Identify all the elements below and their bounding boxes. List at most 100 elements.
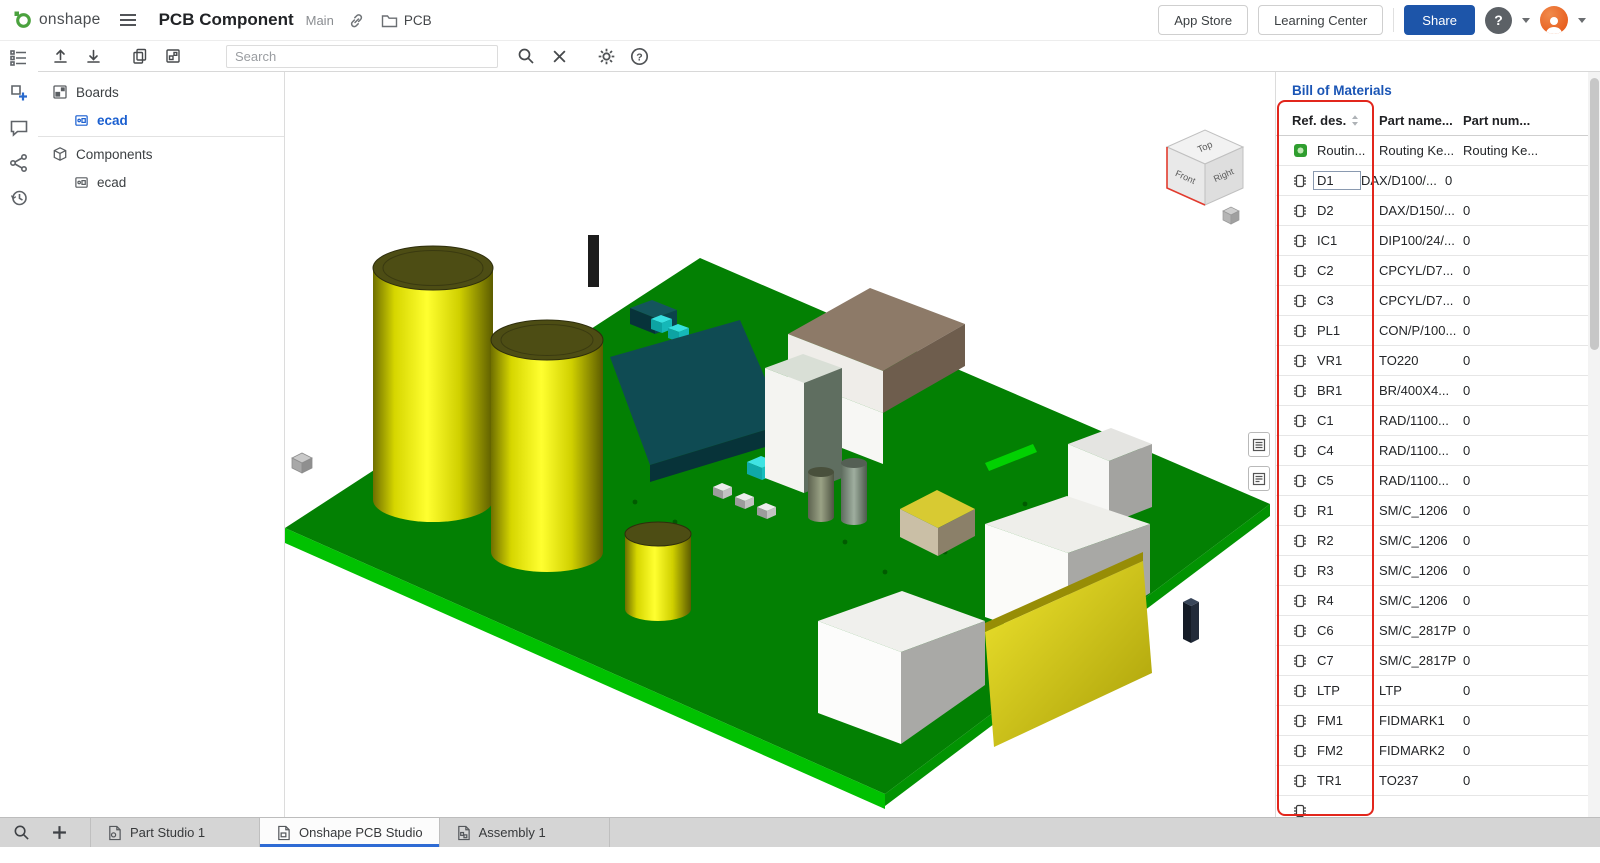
- bom-scrollbar-thumb[interactable]: [1590, 78, 1599, 350]
- bom-list-toggle-button[interactable]: [1248, 466, 1270, 491]
- learning-center-button[interactable]: Learning Center: [1258, 5, 1383, 35]
- bom-table-row[interactable]: DAX/D100/... 0: [1276, 166, 1588, 196]
- bom-ref-text: C2: [1317, 263, 1379, 278]
- bom-ref-text: VR1: [1317, 353, 1379, 368]
- bom-table-row[interactable]: C5 RAD/1100... 0: [1276, 466, 1588, 496]
- tab-part-studio[interactable]: Part Studio 1: [90, 818, 260, 847]
- help-dropdown-caret-icon[interactable]: [1522, 18, 1530, 23]
- view-cube[interactable]: Top Front Right: [1167, 130, 1243, 205]
- import-icon[interactable]: [48, 44, 72, 68]
- component-icon: [1292, 713, 1308, 729]
- bom-table-row[interactable]: TR1 TO237 0: [1276, 766, 1588, 796]
- bom-part-number: 0: [1463, 353, 1588, 368]
- component-icon: [1292, 443, 1308, 459]
- bom-table-row[interactable]: Routin... Routing Ke... Routing Ke...: [1276, 136, 1588, 166]
- link-icon[interactable]: [348, 12, 365, 29]
- account-dropdown-caret-icon[interactable]: [1578, 18, 1586, 23]
- bom-table-row[interactable]: FM2 FIDMARK2 0: [1276, 736, 1588, 766]
- bom-table-row[interactable]: C2 CPCYL/D7... 0: [1276, 256, 1588, 286]
- small-yellow-capacitor[interactable]: [625, 522, 691, 621]
- bom-part-name: RAD/1100...: [1379, 473, 1463, 488]
- help-button[interactable]: ?: [1485, 7, 1512, 34]
- navy-component[interactable]: [1183, 598, 1199, 643]
- user-avatar[interactable]: [1540, 6, 1568, 34]
- tree-item-ecad-board[interactable]: ecad: [38, 106, 284, 134]
- bom-scrollbar[interactable]: [1588, 72, 1600, 817]
- search-input[interactable]: [226, 45, 498, 68]
- component-icon: [1292, 413, 1308, 429]
- main-menu-icon[interactable]: [119, 13, 137, 27]
- component-icon: [1292, 203, 1308, 219]
- comments-icon[interactable]: [8, 117, 30, 139]
- bom-table-row[interactable]: R1 SM/C_1206 0: [1276, 496, 1588, 526]
- onshape-logo[interactable]: onshape: [14, 11, 101, 30]
- export-icon[interactable]: [81, 44, 105, 68]
- bom-table-row[interactable]: D2 DAX/D150/... 0: [1276, 196, 1588, 226]
- bom-column-part-name[interactable]: Part name...: [1379, 113, 1463, 128]
- component-icon: [1292, 803, 1308, 818]
- history-icon[interactable]: [8, 187, 30, 209]
- app-store-button[interactable]: App Store: [1158, 5, 1248, 35]
- bom-table-row[interactable]: R3 SM/C_1206 0: [1276, 556, 1588, 586]
- insert-add-icon[interactable]: [8, 82, 30, 104]
- bom-ref-text: C7: [1317, 653, 1379, 668]
- tab-label: Part Studio 1: [130, 825, 205, 840]
- clear-search-icon[interactable]: [547, 44, 571, 68]
- feature-outline-icon[interactable]: [8, 47, 30, 69]
- bom-part-number: 0: [1463, 293, 1588, 308]
- bom-table-row[interactable]: C7 SM/C_2817P 0: [1276, 646, 1588, 676]
- small-capacitor-2[interactable]: [841, 458, 867, 525]
- bom-table-row[interactable]: R2 SM/C_1206 0: [1276, 526, 1588, 556]
- tree-section-boards[interactable]: Boards: [38, 78, 284, 106]
- bom-table-row[interactable]: PL1 CON/P/100... 0: [1276, 316, 1588, 346]
- component-icon: [1292, 653, 1308, 669]
- electrolytic-capacitor-2[interactable]: [491, 320, 603, 572]
- copy-board-icon[interactable]: [161, 44, 185, 68]
- tree-section-components[interactable]: Components: [38, 140, 284, 168]
- tree-item-ecad-component[interactable]: ecad: [38, 168, 284, 196]
- selection-cube-icon[interactable]: [292, 453, 312, 473]
- bom-table-row[interactable]: FM1 FIDMARK1 0: [1276, 706, 1588, 736]
- folder-icon: [381, 13, 398, 28]
- toolbar-help-icon[interactable]: ?: [627, 44, 651, 68]
- bom-part-name: Routing Ke...: [1379, 143, 1463, 158]
- tab-label: Onshape PCB Studio: [299, 825, 423, 840]
- document-title: PCB Component: [159, 10, 294, 30]
- bom-table-row[interactable]: C3 CPCYL/D7... 0: [1276, 286, 1588, 316]
- share-button[interactable]: Share: [1404, 5, 1475, 35]
- isometric-view-cube-icon[interactable]: [1223, 207, 1239, 224]
- bom-table-row[interactable]: C1 RAD/1100... 0: [1276, 406, 1588, 436]
- main-3d-viewport[interactable]: Top Front Right: [285, 72, 1275, 817]
- settings-gear-icon[interactable]: [594, 44, 618, 68]
- bom-table-row[interactable]: IC1 DIP100/24/... 0: [1276, 226, 1588, 256]
- new-tab-button[interactable]: [44, 818, 74, 847]
- bom-column-ref-des[interactable]: Ref. des.: [1292, 113, 1379, 128]
- component-icon: [1292, 473, 1308, 489]
- bom-table-row[interactable]: C6 SM/C_2817P 0: [1276, 616, 1588, 646]
- search-icon[interactable]: [514, 44, 538, 68]
- bom-table-toggle-button[interactable]: [1248, 432, 1270, 457]
- tab-pcb-studio[interactable]: Onshape PCB Studio: [260, 818, 440, 847]
- pin-component[interactable]: [588, 235, 599, 287]
- small-capacitor-1[interactable]: [808, 467, 834, 522]
- bom-table-row[interactable]: C4 RAD/1100... 0: [1276, 436, 1588, 466]
- tab-search-icon[interactable]: [6, 818, 36, 847]
- bom-table-row[interactable]: R4 SM/C_1206 0: [1276, 586, 1588, 616]
- bom-ref-input[interactable]: [1313, 171, 1361, 190]
- copy-icon[interactable]: [128, 44, 152, 68]
- bom-table-row[interactable]: [1276, 796, 1588, 817]
- bom-part-number: 0: [1463, 323, 1588, 338]
- bom-table-row[interactable]: LTP LTP 0: [1276, 676, 1588, 706]
- connections-icon[interactable]: [8, 152, 30, 174]
- electrolytic-capacitor-1[interactable]: [373, 246, 493, 522]
- bom-ref-text: FM1: [1317, 713, 1379, 728]
- workspace-label[interactable]: Main: [306, 13, 334, 28]
- component-icon: [1292, 323, 1308, 339]
- bom-table-row[interactable]: VR1 TO220 0: [1276, 346, 1588, 376]
- tab-assembly[interactable]: Assembly 1: [440, 818, 610, 847]
- bom-table-row[interactable]: BR1 BR/400X4... 0: [1276, 376, 1588, 406]
- bom-column-part-number[interactable]: Part num...: [1463, 113, 1588, 128]
- tree-item-label: ecad: [97, 175, 126, 190]
- sort-icon[interactable]: [1351, 114, 1359, 127]
- breadcrumb[interactable]: PCB: [381, 13, 432, 28]
